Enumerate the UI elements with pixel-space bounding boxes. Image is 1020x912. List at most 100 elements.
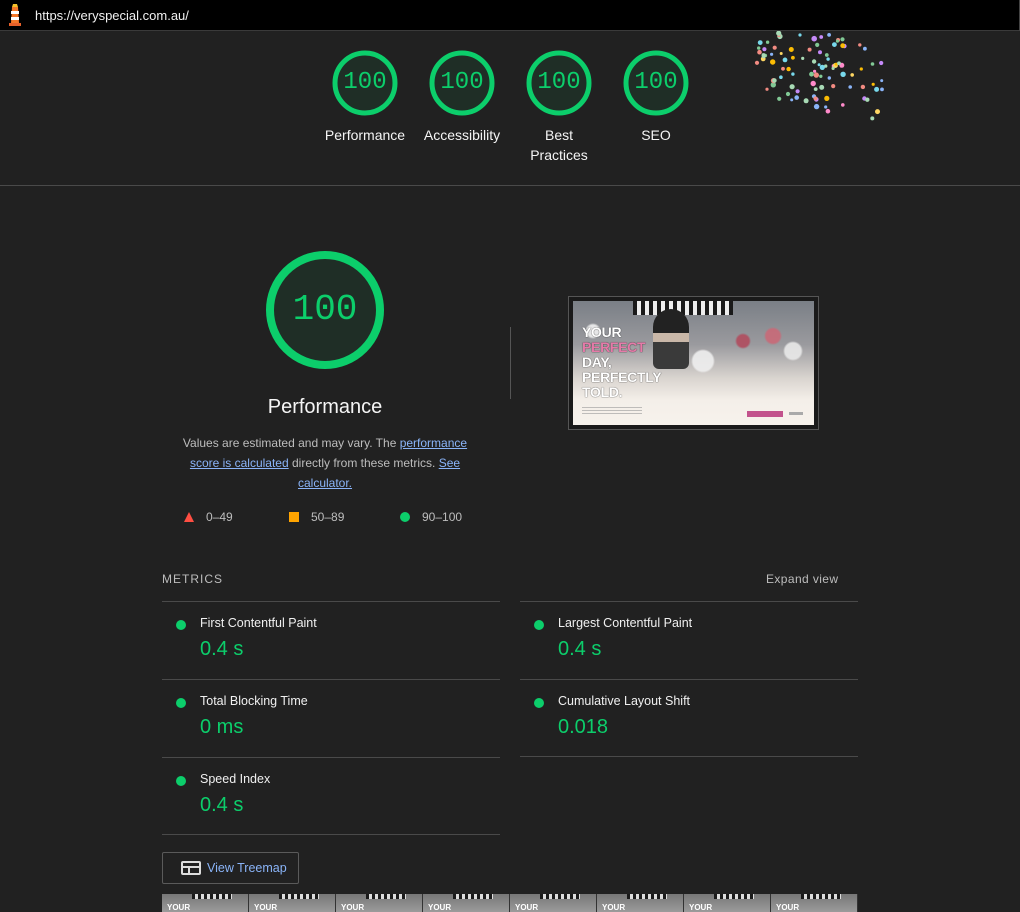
metric-si: Speed Index 0.4 s [162, 757, 500, 835]
view-treemap-button[interactable]: View Treemap [162, 852, 299, 884]
hero-cta-button [747, 411, 783, 417]
pass-circle-icon [176, 698, 186, 708]
confetti-dot [817, 63, 821, 67]
frame-text: YOUR [776, 903, 800, 912]
confetti-dot [831, 84, 836, 89]
confetti-dot [813, 69, 817, 73]
confetti-dot [757, 40, 763, 45]
filmstrip-frame: YOUR [423, 894, 510, 912]
legend-fail: 0–49 [184, 510, 233, 524]
confetti-dot [786, 66, 791, 72]
confetti-dot [765, 87, 769, 91]
metric-divider [162, 834, 500, 835]
gauge-label-line-1: Performance [324, 127, 406, 143]
legend-pass-range: 90–100 [422, 510, 463, 524]
metric-name: Largest Contentful Paint [558, 616, 693, 630]
filmstrip-frame: YOUR [684, 894, 771, 912]
metrics-heading: METRICS [162, 572, 223, 586]
confetti-dot [850, 73, 854, 77]
confetti-dot [761, 53, 766, 58]
confetti-dot [811, 35, 817, 42]
hero-line-1: YOUR [582, 324, 622, 340]
pass-circle-icon [400, 512, 410, 522]
gauge-label-line-2: Practices [530, 147, 588, 163]
confetti-dot [779, 52, 783, 55]
confetti-dot [770, 52, 774, 56]
frame-awning [627, 894, 667, 899]
treemap-icon [181, 861, 201, 875]
confetti-dot [860, 84, 866, 90]
gauge-label: Best Practices [509, 125, 609, 165]
gauge-score: 100 [537, 69, 581, 96]
frame-awning [192, 894, 232, 899]
frame-text: YOUR [689, 903, 713, 912]
confetti-dot [782, 57, 788, 63]
legend-pass: 90–100 [400, 510, 462, 524]
confetti-dot [865, 97, 870, 102]
confetti-dot [781, 66, 785, 71]
screenshot-image: YOUR PERFECT DAY, PERFECTLY TOLD. [573, 301, 814, 425]
confetti-dot [772, 78, 777, 83]
confetti-dot [819, 64, 825, 70]
confetti-dot [871, 82, 875, 86]
header-divider [0, 185, 1020, 186]
performance-score: 100 [292, 289, 358, 330]
confetti-dot [789, 84, 795, 90]
confetti-dot [880, 87, 884, 92]
frame-awning [540, 894, 580, 899]
metric-value: 0.4 s [200, 794, 244, 816]
confetti-dot [765, 40, 770, 44]
hero-text: YOUR PERFECT DAY, PERFECTLY TOLD. [582, 324, 662, 400]
filmstrip-frame: YOUR [162, 894, 249, 912]
frame-text: YOUR [254, 903, 278, 912]
confetti-dot [841, 103, 845, 107]
metric-cls: Cumulative Layout Shift 0.018 [520, 679, 858, 757]
metric-name: Speed Index [200, 772, 271, 786]
score-gauge[interactable]: 100 [332, 50, 398, 116]
gauge-score: 100 [343, 69, 387, 96]
hero-line-2: PERFECT [582, 339, 646, 355]
confetti-dot [837, 61, 841, 66]
confetti-dot [826, 57, 830, 61]
confetti-dot [825, 108, 831, 114]
legend-average-range: 50–89 [311, 510, 345, 524]
expand-view-toggle[interactable]: Expand view [766, 572, 838, 586]
confetti-dot [788, 47, 794, 52]
confetti-dot [794, 95, 799, 100]
confetti-dot [827, 33, 831, 37]
confetti-dot [757, 49, 762, 55]
average-square-icon [289, 512, 299, 522]
confetti-dot [779, 75, 783, 79]
hero-line-4: PERFECTLY [582, 369, 662, 385]
score-gauge[interactable]: 100 [526, 50, 592, 116]
frame-awning [279, 894, 319, 899]
metric-value: 0 ms [200, 716, 244, 738]
confetti-dot [848, 85, 852, 89]
confetti-dot [801, 56, 805, 60]
frame-text: YOUR [515, 903, 539, 912]
confetti-dot [791, 55, 795, 60]
gauge-label: Performance [315, 125, 415, 145]
gauge-label: Accessibility [412, 125, 512, 145]
metric-divider [520, 756, 858, 757]
confetti-dot [811, 59, 817, 64]
hero-subtext [582, 407, 642, 415]
score-gauge[interactable]: 100 [623, 50, 689, 116]
final-screenshot[interactable]: YOUR PERFECT DAY, PERFECTLY TOLD. [568, 296, 819, 430]
frame-text: YOUR [341, 903, 365, 912]
performance-title: Performance [267, 396, 383, 418]
hero-secondary-link [789, 412, 803, 415]
desc-text-2: directly from these metrics. [288, 456, 439, 470]
metric-name: Cumulative Layout Shift [558, 694, 691, 708]
browser-bar: https://veryspecial.com.au/ [0, 0, 1020, 31]
legend-average: 50–89 [289, 510, 344, 524]
confetti-dot [813, 103, 820, 110]
confetti-dot [813, 96, 818, 101]
score-gauge[interactable]: 100 [429, 50, 495, 116]
fail-triangle-icon [184, 512, 194, 522]
confetti-dot [770, 59, 776, 65]
pass-circle-icon [176, 620, 186, 630]
confetti-dot [832, 42, 837, 47]
hero-line-3: DAY, [582, 354, 612, 370]
filmstrip-frame: YOUR [336, 894, 423, 912]
